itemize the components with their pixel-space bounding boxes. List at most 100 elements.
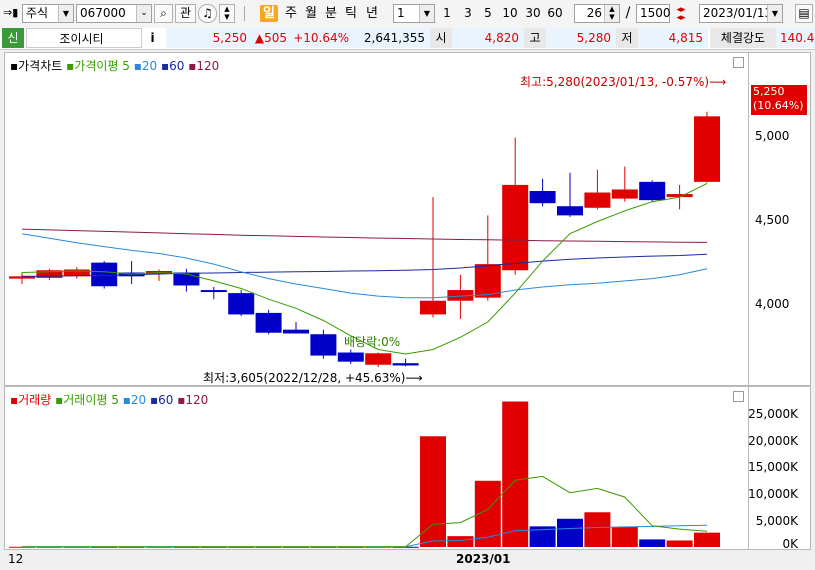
period-minute[interactable]: 분 <box>322 5 340 22</box>
display-count-input[interactable]: 26 ▲ ▼ <box>574 4 620 23</box>
toolbar: ⇒▮ 주식 ▼ 067000 ⌄ ⌕ 관 ♫ ▲ ▼ 일 주 월 분 틱 년 1 … <box>0 0 815 29</box>
quote-bar: 신 조이시티 i 5,250 ▲505 +10.64% 2,641,355 시 … <box>0 28 815 50</box>
volume-bar-up <box>502 401 529 547</box>
low-price: 4,815 <box>638 28 708 48</box>
legend-vol-ma120: 120 <box>185 393 209 407</box>
candle-down <box>557 206 583 216</box>
period-year[interactable]: 년 <box>363 5 381 22</box>
interval-5-button[interactable]: 5 <box>481 5 495 22</box>
spinner-icon[interactable]: ▲ ▼ <box>604 5 619 22</box>
legend-vol-ma-title: 거래이평 <box>63 393 108 407</box>
current-price: 5,250 <box>166 28 252 48</box>
strength-label: 체결강도 <box>710 28 776 48</box>
period-month[interactable]: 월 <box>302 5 320 22</box>
legend-vol-ma60: 60 <box>158 393 174 407</box>
date-select[interactable]: 2023/01/13 ▼ <box>699 4 783 23</box>
chevron-down-icon[interactable]: ▼ <box>767 5 782 22</box>
chevron-down-icon[interactable]: ⌄ <box>136 5 151 22</box>
legend-marker: ▪ <box>161 59 170 73</box>
vol-tick-10000: 10,000K <box>748 487 798 501</box>
high-label: 고 <box>524 28 546 48</box>
spinner-up-down[interactable]: ▲ ▼ <box>219 4 235 23</box>
market-select[interactable]: 주식 ▼ <box>22 4 74 23</box>
low-label: 저 <box>616 28 638 48</box>
legend-marker: ▪ <box>133 59 142 73</box>
candle-down <box>283 329 309 334</box>
x-label-center: 2023/01 <box>456 552 511 566</box>
x-label-left: 12 <box>8 552 24 566</box>
candle-up <box>420 300 446 315</box>
interval-3-button[interactable]: 3 <box>461 5 475 22</box>
price-y-axis: 5,250 (10.64%) 5,000 4,500 4,000 <box>749 52 811 386</box>
favorite-tab-button[interactable]: 관 <box>175 4 196 23</box>
volume-chart-svg <box>9 401 720 548</box>
interval-10-button[interactable]: 10 <box>500 5 520 22</box>
ma120-line <box>21 228 708 243</box>
total-count-value: 1500 <box>640 6 671 20</box>
candle-down <box>529 191 556 204</box>
period-day[interactable]: 일 <box>260 5 278 22</box>
legend-marker: ▪ <box>10 393 19 407</box>
interval-select[interactable]: 1 ▼ <box>393 4 435 23</box>
interval-60-button[interactable]: 60 <box>545 5 565 22</box>
volume-chart-panel[interactable]: ▪거래량 ▪거래이평 5 ▪20 ▪60 ▪120 <box>4 386 749 550</box>
vol-tick-0: 0K <box>782 537 798 551</box>
current-price-tag: 5,250 (10.64%) <box>751 85 807 115</box>
ma5-line <box>21 182 708 355</box>
bell-button[interactable]: ♫ <box>198 4 217 23</box>
period-tick[interactable]: 틱 <box>342 5 360 22</box>
market-select-value: 주식 <box>26 6 49 20</box>
open-label: 시 <box>430 28 452 48</box>
menu-toggle-icon[interactable]: ⇒▮ <box>3 6 19 20</box>
stock-name[interactable]: 조이시티 <box>26 28 142 48</box>
display-count-value: 26 <box>586 6 602 20</box>
total-count-input[interactable]: 1500 <box>636 4 671 23</box>
expand-arrows-icon[interactable]: ◂▸ ◂▸ <box>673 6 689 23</box>
vol-tick-25000: 25,000K <box>748 407 798 421</box>
favorite-tab-label: 관 <box>179 6 192 20</box>
price-change: ▲505 <box>252 28 292 48</box>
bell-icon: ♫ <box>202 6 213 20</box>
x-axis: 12 2023/01 <box>0 550 815 570</box>
current-price-tag-pct: (10.64%) <box>753 99 804 112</box>
candle-down <box>639 181 666 201</box>
candle-up <box>502 184 529 271</box>
dividend-annotation: 배당락:0% <box>344 335 401 349</box>
current-price-tag-value: 5,250 <box>753 85 785 98</box>
volume-bar-up <box>694 532 720 547</box>
date-value: 2023/01/13 <box>703 6 773 20</box>
open-price: 4,820 <box>452 28 524 48</box>
candle-up <box>584 192 611 208</box>
interval-30-button[interactable]: 30 <box>523 5 543 22</box>
candle-down <box>91 262 118 287</box>
candle-down <box>200 290 227 293</box>
chevron-down-icon[interactable]: ▼ <box>58 5 73 22</box>
candle-down <box>310 334 337 356</box>
legend-marker: ▪ <box>122 393 131 407</box>
panel-close-icon[interactable] <box>733 391 744 402</box>
candle-down <box>392 363 419 366</box>
volume-bar-up <box>420 436 446 547</box>
volume-legend: ▪거래량 ▪거래이평 5 ▪20 ▪60 ▪120 <box>10 391 208 408</box>
price-chart-panel[interactable]: ▪가격차트 ▪가격이평 5 ▪20 ▪60 ▪120 최고:5,280(2023… <box>4 52 749 386</box>
interval-1-button[interactable]: 1 <box>440 5 454 22</box>
info-icon[interactable]: i <box>146 28 164 48</box>
stock-code-input[interactable]: 067000 ⌄ <box>76 4 152 23</box>
strength-value: 140.4 <box>776 28 815 48</box>
legend-ma20: 20 <box>141 59 158 73</box>
candle-up <box>611 189 638 199</box>
period-week[interactable]: 주 <box>282 5 300 22</box>
chart-settings-button[interactable]: ▤ <box>795 4 813 23</box>
search-button[interactable]: ⌕ <box>154 4 173 23</box>
ma20-line <box>21 233 708 299</box>
volume-bar-up <box>666 540 693 547</box>
candle-down <box>228 293 255 315</box>
legend-marker: ▪ <box>10 59 19 73</box>
y-tick-5000: 5,000 <box>755 129 790 143</box>
search-icon: ⌕ <box>160 6 167 20</box>
high-annotation: 최고:5,280(2023/01/13, -0.57%)⟶ <box>520 75 727 89</box>
chevron-down-icon[interactable]: ▼ <box>419 5 434 22</box>
panel-close-icon[interactable] <box>733 57 744 68</box>
volume-bar-up <box>611 526 638 547</box>
high-price: 5,280 <box>546 28 616 48</box>
